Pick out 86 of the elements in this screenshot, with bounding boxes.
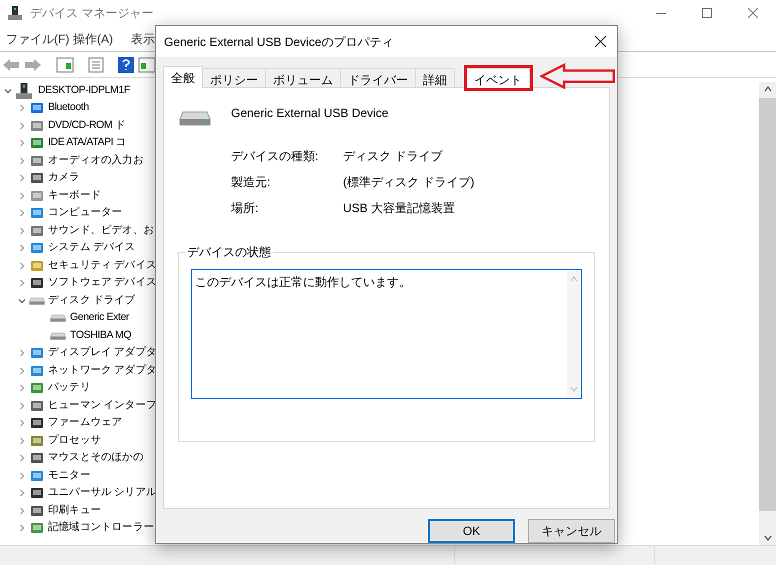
chevron-right-icon[interactable] (18, 506, 26, 515)
tree-item[interactable]: ネットワーク アダプタ (48, 362, 157, 379)
cancel-button[interactable]: キャンセル (528, 519, 615, 543)
chevron-right-icon[interactable] (18, 436, 26, 445)
tree-item[interactable]: TOSHIBA MQ (70, 328, 132, 344)
tree-item[interactable]: キーボード (48, 188, 102, 204)
tree-item[interactable]: カメラ (48, 170, 80, 186)
properties-icon[interactable] (88, 56, 104, 72)
tree-item[interactable]: セキュリティ デバイス (48, 258, 157, 274)
property-label: 場所: (231, 200, 260, 217)
tree-item[interactable]: DESKTOP-IDPLM1F (38, 82, 130, 99)
tree-item[interactable]: オーディオの入力お (48, 152, 144, 169)
chevron-right-icon[interactable] (18, 402, 26, 410)
window-title: デバイス マネージャー (30, 5, 154, 22)
chevron-right-icon[interactable] (18, 366, 26, 375)
drive-icon (179, 110, 211, 126)
tree-item[interactable]: Bluetooth (48, 100, 89, 116)
chevron-right-icon[interactable] (18, 226, 26, 235)
status-text: このデバイスは正常に動作しています。 (194, 274, 412, 291)
ok-button[interactable]: OK (428, 519, 515, 543)
chevron-right-icon[interactable] (18, 174, 26, 182)
property-value: USB 大容量記憶装置 (343, 200, 456, 217)
scroll-up-icon[interactable] (764, 86, 772, 92)
chevron-right-icon[interactable] (18, 454, 26, 462)
panel-icon[interactable] (138, 56, 156, 72)
maximize-icon (702, 8, 712, 18)
chevron-right-icon[interactable] (18, 192, 26, 200)
chevron-right-icon[interactable] (18, 279, 26, 288)
dialog-title: Generic External USB Deviceのプロパティ (164, 34, 394, 50)
close-icon (748, 8, 758, 18)
panel-icon[interactable] (56, 56, 74, 72)
scroll-down-icon[interactable] (764, 535, 772, 541)
tree-item[interactable]: ディスプレイ アダプタ (48, 345, 157, 362)
tree-item[interactable]: マウスとそのほかの (48, 450, 144, 466)
property-value: (標準ディスク ドライブ) (343, 174, 474, 191)
tree-item[interactable]: DVD/CD-ROM ド (48, 118, 126, 134)
forward-arrow-icon[interactable] (24, 58, 42, 72)
tree-item[interactable]: モニター (48, 468, 90, 484)
tab[interactable]: 全般 (163, 66, 203, 88)
chevron-right-icon[interactable] (18, 244, 26, 252)
group-title: デバイスの状態 (185, 244, 273, 260)
tab[interactable]: イベント (467, 68, 530, 88)
chevron-right-icon[interactable] (18, 349, 26, 358)
chevron-right-icon[interactable] (18, 472, 26, 480)
menu-item[interactable]: ファイル(F) (0, 30, 67, 48)
close-icon (594, 36, 606, 47)
chevron-right-icon[interactable] (18, 384, 26, 392)
device-name: Generic External USB Device (231, 105, 388, 122)
tree-item[interactable]: システム デバイス (48, 240, 136, 256)
tree-item[interactable]: 印刷キュー (48, 502, 102, 519)
chevron-right-icon[interactable] (18, 262, 26, 270)
tree-item[interactable]: プロセッサ (48, 432, 102, 449)
property-label: デバイスの種類: (231, 148, 320, 165)
chevron-right-icon[interactable] (18, 419, 26, 428)
tree-item[interactable]: IDE ATA/ATAPI コ (48, 135, 126, 152)
tree-item[interactable]: Generic Exter (70, 310, 129, 326)
tree-item[interactable]: ディスク ドライブ (48, 292, 136, 309)
tree-item[interactable]: 記憶域コントローラー (48, 520, 154, 536)
computer-icon (16, 82, 32, 99)
tree-item[interactable]: サウンド、ビデオ、お (48, 222, 154, 239)
computer-icon (8, 6, 22, 20)
property-value: ディスク ドライブ (343, 148, 442, 165)
tree-item[interactable]: ファームウェア (48, 415, 122, 432)
drive-icon (29, 296, 45, 306)
chevron-right-icon[interactable] (18, 209, 26, 218)
menu-item[interactable]: 表示 (125, 30, 155, 48)
scrollbar[interactable] (759, 82, 776, 545)
drive-icon (50, 330, 66, 341)
tree-item[interactable]: ソフトウェア デバイス (48, 275, 157, 292)
back-arrow-icon[interactable] (2, 58, 20, 72)
drive-icon (50, 313, 66, 324)
minimize-icon (656, 12, 666, 14)
chevron-right-icon[interactable] (18, 104, 26, 112)
tree-item[interactable]: バッテリ (48, 380, 90, 396)
tree-item[interactable]: ヒューマン インターフ (48, 398, 157, 414)
menu-item[interactable]: 操作(A) (67, 30, 125, 48)
chevron-right-icon[interactable] (18, 122, 26, 130)
property-label: 製造元: (231, 174, 272, 191)
chevron-right-icon[interactable] (18, 139, 26, 148)
chevron-right-icon[interactable] (18, 489, 26, 498)
help-icon[interactable] (118, 56, 134, 72)
tree-item[interactable]: コンピューター (48, 205, 122, 222)
chevron-down-icon[interactable] (4, 86, 12, 95)
chevron-right-icon[interactable] (18, 156, 26, 165)
chevron-right-icon[interactable] (18, 524, 26, 532)
chevron-down-icon[interactable] (18, 296, 26, 305)
